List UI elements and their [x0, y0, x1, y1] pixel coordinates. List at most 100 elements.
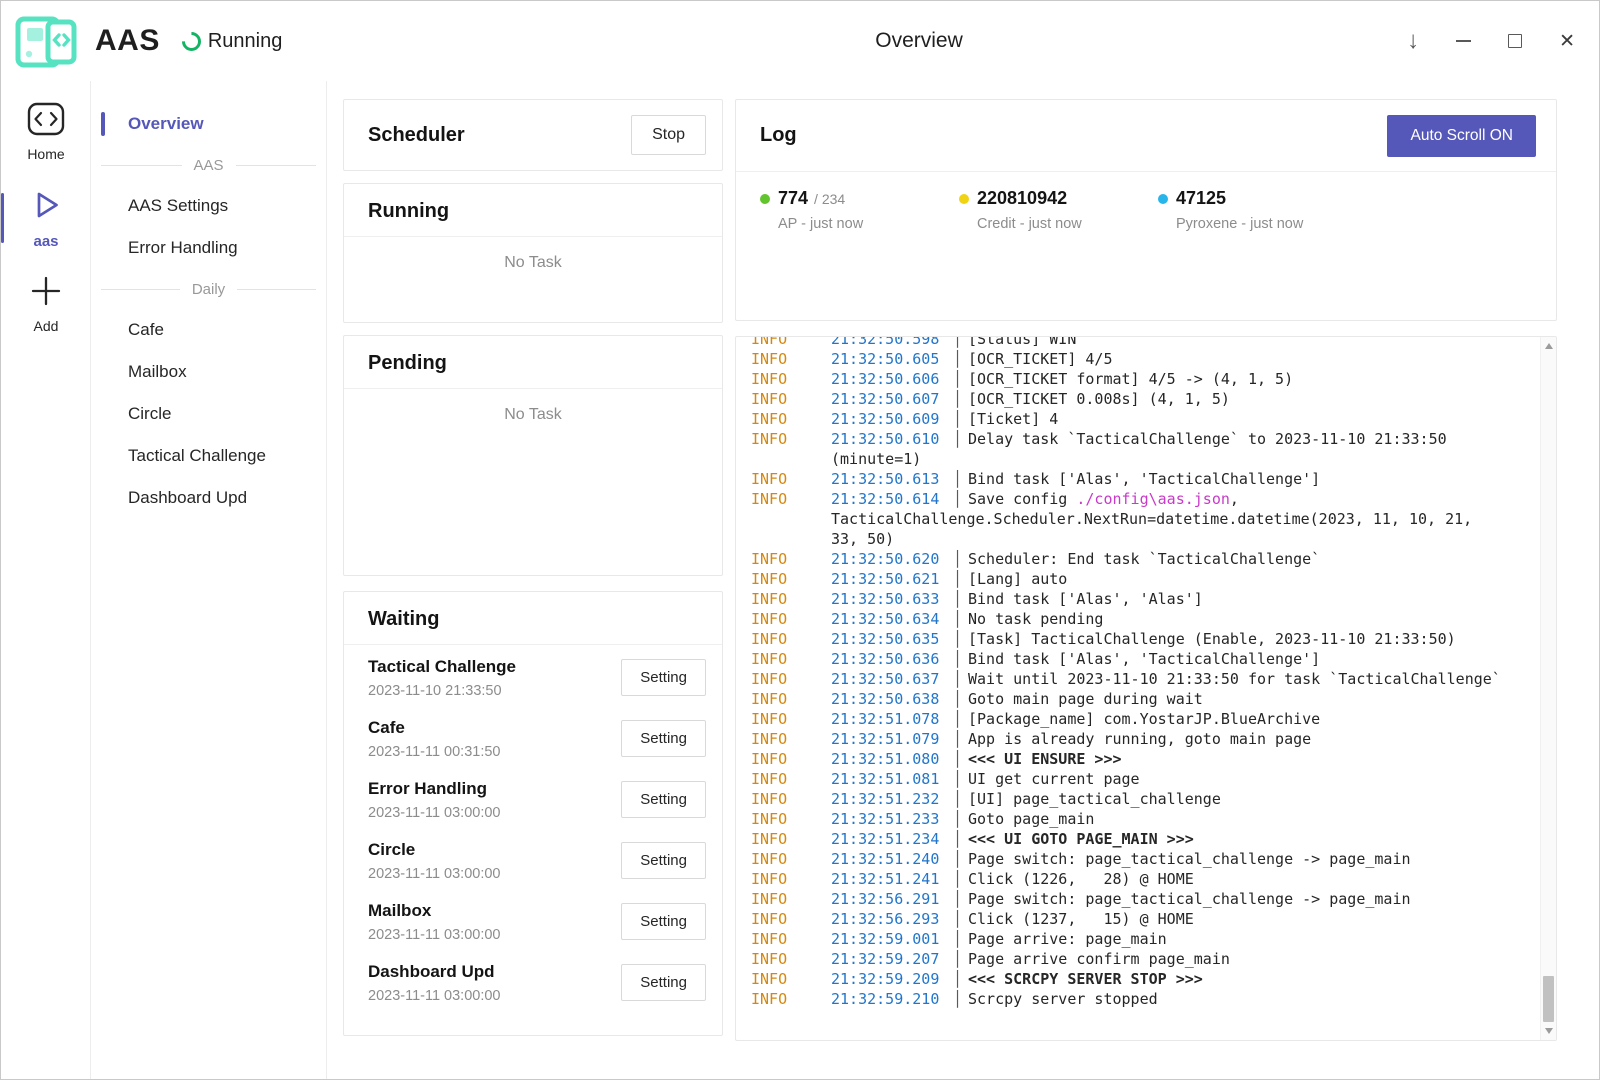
- scheduler-card: Scheduler Stop: [343, 99, 723, 171]
- log-line: INFO21:32:50.635│[Task] TacticalChalleng…: [751, 629, 1530, 649]
- scroll-up-icon[interactable]: [1541, 338, 1556, 354]
- sidebar-item-label: Overview: [128, 114, 204, 134]
- rail-item-label: aas: [33, 233, 58, 250]
- sidebar-item-label: AAS Settings: [128, 196, 228, 216]
- scroll-down-icon[interactable]: [1541, 1023, 1556, 1039]
- close-button[interactable]: ✕: [1559, 32, 1575, 51]
- log-line: (minute=1): [751, 449, 1530, 469]
- log-line: INFO21:32:51.078│[Package_name] com.Yost…: [751, 709, 1530, 729]
- log-line: INFO21:32:50.607│[OCR_TICKET 0.008s] (4,…: [751, 389, 1530, 409]
- log-line: INFO21:32:50.634│No task pending: [751, 609, 1530, 629]
- task-setting-button[interactable]: Setting: [621, 720, 706, 757]
- active-indicator: [1, 193, 4, 243]
- sidebar-item-tactical-challenge[interactable]: Tactical Challenge: [91, 435, 326, 477]
- running-title: Running: [368, 200, 698, 223]
- sidebar-section-daily: Daily: [91, 269, 326, 309]
- task-setting-button[interactable]: Setting: [621, 964, 706, 1001]
- stat-credit: 220810942 Credit - just now: [959, 188, 1158, 232]
- log-line: INFO21:32:50.609│[Ticket] 4: [751, 409, 1530, 429]
- waiting-item-tactical-challenge: Tactical Challenge 2023-11-10 21:33:50 Set…: [344, 647, 722, 708]
- scheduler-title: Scheduler: [368, 124, 465, 147]
- titlebar: AAS Running Overview ↓ ✕: [1, 1, 1599, 81]
- app-name: AAS: [95, 24, 160, 58]
- log-line: 33, 50): [751, 529, 1530, 549]
- sidebar-item-label: Cafe: [128, 320, 164, 340]
- sidebar-section-aas: AAS: [91, 145, 326, 185]
- log-line: INFO21:32:59.209│<<< SCRCPY SERVER STOP …: [751, 969, 1530, 989]
- log-line: TacticalChallenge.Scheduler.NextRun=date…: [751, 509, 1530, 529]
- log-stats: 774/ 234AP - just now220810942Credit - j…: [736, 172, 1556, 232]
- code-window-icon: [27, 102, 65, 141]
- sidebar-item-overview[interactable]: Overview: [91, 103, 326, 145]
- log-line: INFO21:32:59.210│Scrcpy server stopped: [751, 989, 1530, 1009]
- stat-dot-icon: [760, 194, 770, 204]
- scheduler-stop-button[interactable]: Stop: [631, 115, 706, 155]
- main-content: Scheduler Stop Running No Task Pending N…: [327, 81, 1599, 1079]
- rail-item-aas[interactable]: aas: [1, 179, 91, 257]
- task-next-run: 2023-11-11 03:00:00: [368, 988, 501, 1004]
- task-next-run: 2023-11-11 03:00:00: [368, 866, 501, 882]
- log-line: INFO21:32:50.598│[Status] WIN: [751, 336, 1530, 349]
- sidebar-item-aas-settings[interactable]: AAS Settings: [91, 185, 326, 227]
- running-spinner-icon: [178, 28, 205, 55]
- task-setting-button[interactable]: Setting: [621, 903, 706, 940]
- stat-value: 47125: [1176, 188, 1226, 209]
- maximize-button[interactable]: [1508, 34, 1522, 48]
- sidebar-item-label: Error Handling: [128, 238, 238, 258]
- stat-dot-icon: [1158, 194, 1168, 204]
- stat-dot-icon: [959, 194, 969, 204]
- sidebar-item-mailbox[interactable]: Mailbox: [91, 351, 326, 393]
- log-header: Log Auto Scroll ON: [736, 100, 1556, 172]
- log-line: INFO21:32:51.240│Page switch: page_tacti…: [751, 849, 1530, 869]
- stat-caption: AP - just now: [778, 216, 959, 232]
- task-next-run: 2023-11-11 03:00:00: [368, 805, 501, 821]
- log-line: INFO21:32:50.621│[Lang] auto: [751, 569, 1530, 589]
- auto-scroll-button[interactable]: Auto Scroll ON: [1387, 115, 1536, 157]
- task-setting-button[interactable]: Setting: [621, 781, 706, 818]
- task-setting-button[interactable]: Setting: [621, 659, 706, 696]
- waiting-title: Waiting: [368, 608, 698, 631]
- log-line: INFO21:32:50.613│Bind task ['Alas', 'Tac…: [751, 469, 1530, 489]
- waiting-list: Tactical Challenge 2023-11-10 21:33:50 Set…: [344, 645, 722, 1015]
- waiting-item-cafe: Cafe2023-11-11 00:31:50Setting: [344, 708, 722, 769]
- log-line: INFO21:32:50.636│Bind task ['Alas', 'Tac…: [751, 649, 1530, 669]
- pending-card: Pending No Task: [343, 335, 723, 576]
- task-name: Tactical Challenge: [368, 657, 516, 677]
- rail-item-add[interactable]: Add: [1, 265, 91, 343]
- scrollbar-thumb[interactable]: [1543, 976, 1554, 1022]
- update-arrow-icon[interactable]: ↓: [1407, 29, 1419, 53]
- sidebar-item-dashboard-upd[interactable]: Dashboard Upd: [91, 477, 326, 519]
- window-controls: ↓ ✕: [1407, 1, 1575, 81]
- waiting-item-dashboard-upd: Dashboard Upd2023-11-11 03:00:00Setting: [344, 952, 722, 1013]
- app-window: AAS Running Overview ↓ ✕ Home: [0, 0, 1600, 1080]
- rail-item-home[interactable]: Home: [1, 93, 91, 171]
- pending-title: Pending: [368, 352, 698, 375]
- log-line: INFO21:32:51.080│<<< UI ENSURE >>>: [751, 749, 1530, 769]
- sidebar-item-error-handling[interactable]: Error Handling: [91, 227, 326, 269]
- sidebar-item-label: Circle: [128, 404, 171, 424]
- task-name: Circle: [368, 840, 501, 860]
- task-next-run: 2023-11-10 21:33:50: [368, 683, 516, 699]
- log-scrollbar[interactable]: [1540, 337, 1556, 1040]
- running-card: Running No Task: [343, 183, 723, 323]
- stat-caption: Credit - just now: [977, 216, 1158, 232]
- pending-empty-text: No Task: [344, 406, 722, 424]
- stat-extra: / 234: [814, 191, 845, 207]
- log-line: INFO21:32:50.637│Wait until 2023-11-10 2…: [751, 669, 1530, 689]
- minimize-button[interactable]: [1456, 40, 1471, 42]
- log-line: INFO21:32:59.207│Page arrive confirm pag…: [751, 949, 1530, 969]
- log-line: INFO21:32:50.633│Bind task ['Alas', 'Ala…: [751, 589, 1530, 609]
- plus-icon: [29, 274, 63, 313]
- task-name: Cafe: [368, 718, 501, 738]
- log-card: Log Auto Scroll ON 774/ 234AP - just now…: [735, 99, 1557, 321]
- app-logo-icon: [11, 13, 81, 69]
- sidebar-item-cafe[interactable]: Cafe: [91, 309, 326, 351]
- sidebar-section-label: Daily: [192, 281, 225, 298]
- task-setting-button[interactable]: Setting: [621, 842, 706, 879]
- log-line: INFO21:32:50.614│Save config ./config\aa…: [751, 489, 1530, 509]
- log-line: INFO21:32:50.638│Goto main page during w…: [751, 689, 1530, 709]
- sidebar-item-circle[interactable]: Circle: [91, 393, 326, 435]
- log-output[interactable]: INFO21:32:50.598│[Status] WIN INFO21:32:5…: [735, 336, 1557, 1041]
- active-indicator: [101, 112, 105, 136]
- stat-value: 220810942: [977, 188, 1067, 209]
